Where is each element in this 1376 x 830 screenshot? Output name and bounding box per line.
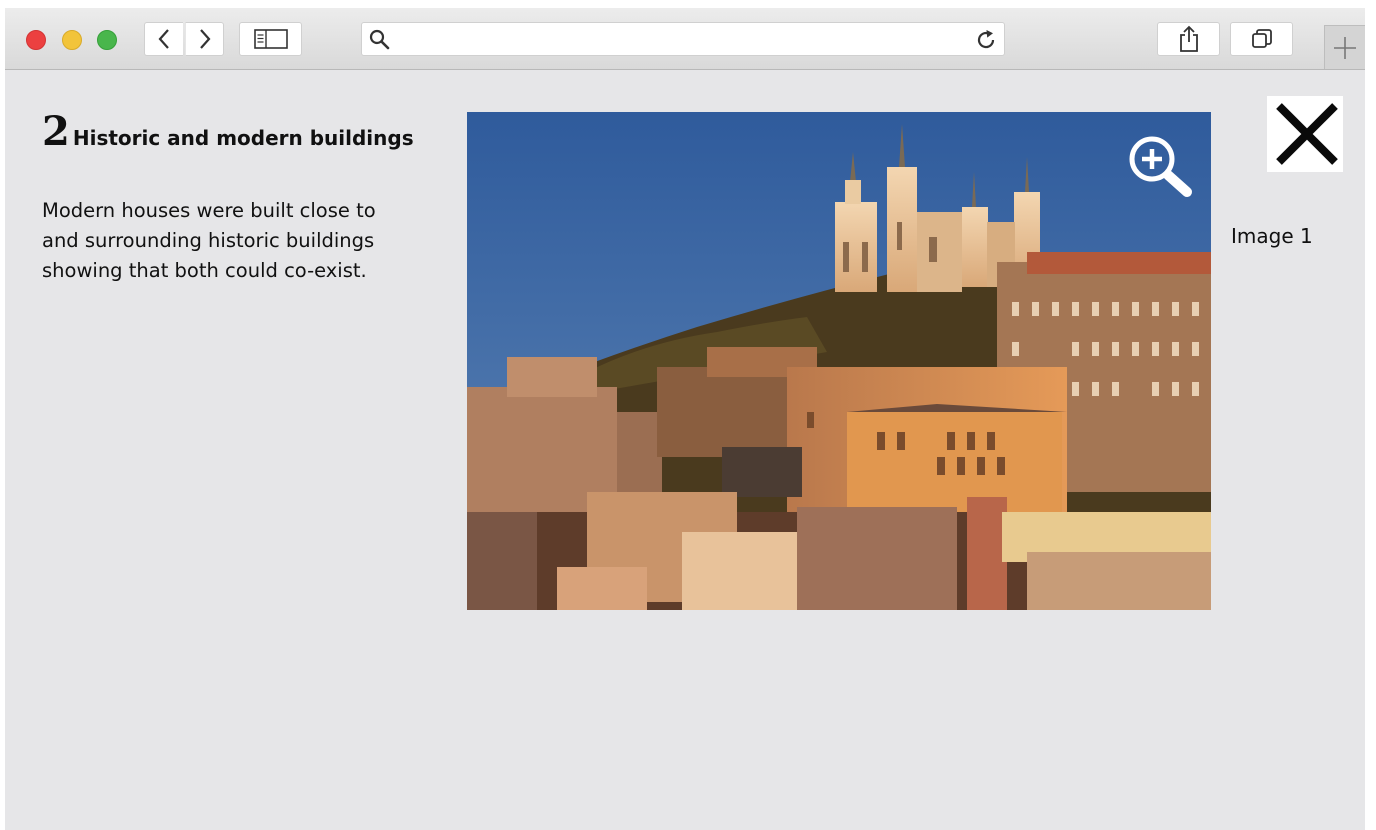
close-icon[interactable]	[1267, 96, 1343, 172]
lyon-cityscape-photo	[467, 112, 1211, 610]
section-number: 2	[42, 108, 70, 155]
description-line: and surrounding historic buildings	[42, 229, 375, 252]
search-icon	[369, 29, 390, 50]
show-tabs-button[interactable]	[1230, 22, 1293, 56]
section-description: Modern houses were built close to and su…	[42, 196, 462, 286]
chevron-left-icon	[158, 29, 169, 49]
image-caption: Image 1	[1231, 224, 1313, 248]
section-heading: 2 Historic and modern buildings	[42, 108, 414, 155]
window-zoom-button[interactable]	[97, 30, 117, 50]
browser-window: 2 Historic and modern buildings Modern h…	[5, 8, 1365, 830]
description-line: Modern houses were built close to	[42, 199, 376, 222]
browser-toolbar	[5, 8, 1365, 70]
back-button[interactable]	[144, 22, 183, 56]
address-input[interactable]	[398, 27, 962, 53]
reload-icon[interactable]	[974, 28, 998, 52]
description-line: showing that both could co-exist.	[42, 259, 367, 282]
share-icon	[1179, 25, 1198, 52]
new-tab-button[interactable]	[1324, 25, 1365, 69]
section-title: Historic and modern buildings	[72, 126, 414, 150]
tabs-icon	[1251, 29, 1272, 48]
window-minimize-button[interactable]	[62, 30, 82, 50]
sidebar-button[interactable]	[239, 22, 302, 56]
window-close-button[interactable]	[26, 30, 46, 50]
address-bar[interactable]	[361, 22, 1005, 56]
chevron-right-icon	[199, 29, 210, 49]
share-button[interactable]	[1157, 22, 1220, 56]
sidebar-icon	[253, 29, 288, 49]
plus-icon	[1334, 36, 1356, 59]
zoom-in-icon[interactable]	[1127, 134, 1197, 200]
forward-button[interactable]	[185, 22, 224, 56]
